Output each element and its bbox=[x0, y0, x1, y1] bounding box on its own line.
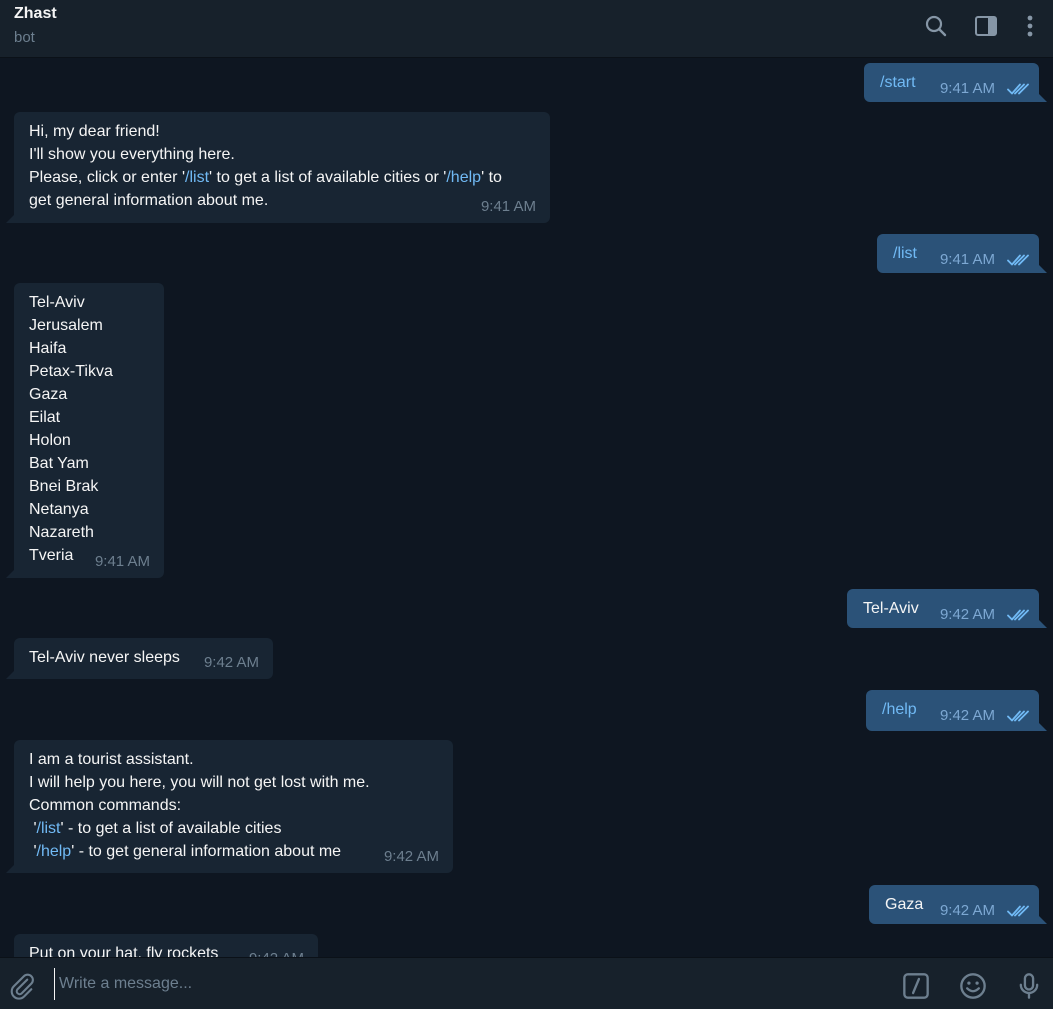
message-line: Hi, my dear friend! bbox=[29, 123, 160, 140]
message-line: I'll show you everything here. bbox=[29, 146, 235, 163]
read-receipt-icon bbox=[1007, 80, 1029, 103]
sidebar-toggle-icon bbox=[975, 16, 997, 36]
emoji-icon bbox=[960, 973, 986, 999]
command-text[interactable]: /list bbox=[893, 242, 917, 265]
chat-title[interactable]: Zhast bbox=[14, 5, 57, 23]
incoming-message[interactable]: Tel-Aviv Jerusalem Haifa Petax-Tikva Gaza Eil… bbox=[6, 283, 164, 578]
outgoing-message[interactable]: /list 9:41 AM bbox=[877, 234, 1047, 274]
search-icon bbox=[925, 15, 947, 37]
message-line: I am a tourist assistant. bbox=[29, 751, 194, 768]
message-line: Haifa bbox=[29, 340, 67, 357]
attach-icon bbox=[10, 973, 34, 1000]
message-time: 9:41 AM bbox=[94, 553, 150, 570]
message-line: Nazareth bbox=[29, 524, 94, 541]
incoming-message[interactable]: Hi, my dear friend! I'll show you everyth… bbox=[6, 112, 550, 223]
message-line: '/help' - to get general information abo… bbox=[29, 843, 342, 860]
message-line: Petax-Tikva bbox=[29, 363, 113, 380]
message-line: Tel-Aviv never sleeps bbox=[29, 649, 180, 666]
outgoing-message[interactable]: /start 9:41 AM bbox=[864, 63, 1047, 103]
message-time: 9:41 AM bbox=[480, 198, 536, 215]
message-input[interactable] bbox=[54, 968, 881, 1000]
message-line: I will help you here, you will not get l… bbox=[29, 774, 370, 791]
chat-header: Zhast bot bbox=[0, 0, 1053, 58]
command-link[interactable]: /list bbox=[37, 820, 61, 837]
command-text[interactable]: /help bbox=[882, 698, 917, 721]
microphone-icon bbox=[1019, 973, 1039, 999]
message-list[interactable]: /start 9:41 AM Hi, my dear friend! I'll sho… bbox=[0, 58, 1053, 957]
message-time: 9:42 AM bbox=[939, 606, 995, 623]
message-line: get general information about me. bbox=[29, 192, 269, 209]
more-button[interactable] bbox=[1014, 10, 1046, 42]
sidebar-toggle-button[interactable] bbox=[970, 10, 1002, 42]
message-line: Eilat bbox=[29, 409, 61, 426]
message-line: Netanya bbox=[29, 501, 89, 518]
message-text: Tel-Aviv bbox=[863, 600, 919, 617]
incoming-message[interactable]: I am a tourist assistant. I will help you… bbox=[6, 740, 453, 873]
message-time: 9:41 AM bbox=[939, 80, 995, 97]
message-line: Please, click or enter '/list' to get a … bbox=[29, 169, 502, 186]
message-line: Put on your hat, fly rockets bbox=[29, 945, 219, 957]
incoming-message[interactable]: Tel-Aviv never sleeps 9:42 AM bbox=[6, 638, 273, 679]
message-line: Holon bbox=[29, 432, 71, 449]
message-line: Bat Yam bbox=[29, 455, 89, 472]
read-receipt-icon bbox=[1007, 251, 1029, 274]
message-time: 9:42 AM bbox=[203, 654, 259, 671]
message-time: 9:41 AM bbox=[939, 251, 995, 268]
command-link[interactable]: /help bbox=[446, 169, 481, 186]
message-line: Gaza bbox=[29, 386, 68, 403]
read-receipt-icon bbox=[1007, 606, 1029, 629]
command-link[interactable]: /help bbox=[37, 843, 72, 860]
message-time: 9:42 AM bbox=[383, 848, 439, 865]
outgoing-message[interactable]: /help 9:42 AM bbox=[866, 690, 1047, 731]
command-text[interactable]: /start bbox=[880, 71, 916, 94]
command-link[interactable]: /list bbox=[185, 169, 209, 186]
message-time: 9:42 AM bbox=[249, 947, 304, 957]
message-line: Common commands: bbox=[29, 797, 182, 814]
outgoing-message[interactable]: Tel-Aviv 9:42 AM bbox=[847, 589, 1047, 629]
attach-button[interactable] bbox=[6, 970, 38, 1002]
bot-commands-button[interactable] bbox=[900, 970, 932, 1002]
bot-commands-icon bbox=[903, 973, 929, 999]
read-receipt-icon bbox=[1007, 902, 1029, 925]
message-line: Jerusalem bbox=[29, 317, 103, 334]
read-receipt-icon bbox=[1007, 707, 1029, 730]
emoji-button[interactable] bbox=[957, 970, 989, 1002]
message-text: Gaza bbox=[885, 896, 924, 913]
outgoing-message[interactable]: Gaza 9:42 AM bbox=[869, 885, 1047, 925]
message-time: 9:42 AM bbox=[939, 902, 995, 919]
voice-button[interactable] bbox=[1013, 970, 1045, 1002]
message-composer bbox=[0, 957, 1053, 1009]
message-line: Bnei Brak bbox=[29, 478, 99, 495]
incoming-message[interactable]: Put on your hat, fly rockets 9:42 AM bbox=[14, 934, 318, 957]
telegram-window: Zhast bot /start 9:41 AM Hi, my dear frien… bbox=[0, 0, 1053, 1009]
message-time: 9:42 AM bbox=[939, 707, 995, 724]
message-line: '/list' - to get a list of available cit… bbox=[29, 820, 282, 837]
chat-subtitle: bot bbox=[14, 29, 35, 46]
search-button[interactable] bbox=[920, 10, 952, 42]
more-vertical-icon bbox=[1027, 15, 1033, 37]
message-line: Tel-Aviv bbox=[29, 294, 85, 311]
